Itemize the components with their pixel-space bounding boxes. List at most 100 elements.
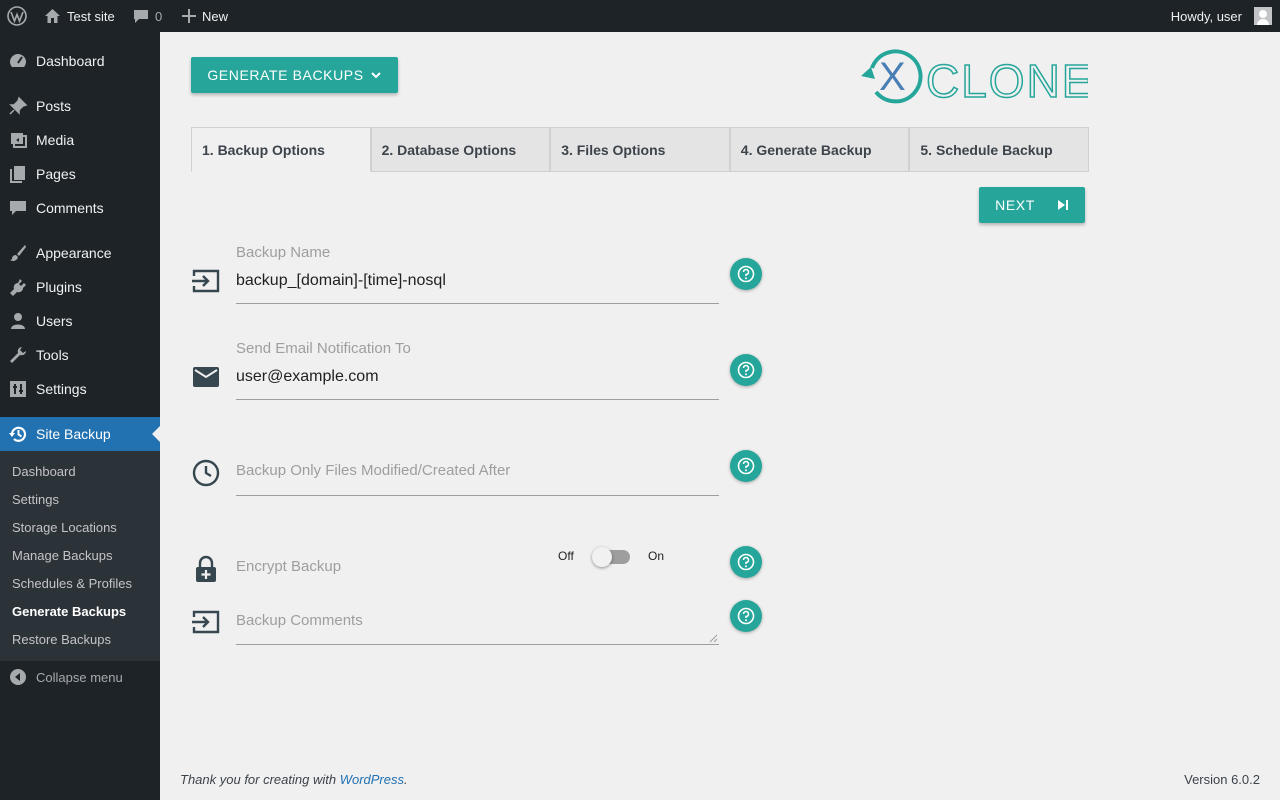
sidebar-item-media[interactable]: Media [0, 123, 160, 157]
modified-after-input[interactable]: Backup Only Files Modified/Created After [236, 462, 510, 479]
dashboard-icon [0, 51, 36, 71]
admin-bar: Test site 0 New Howdy, user [0, 0, 1280, 32]
help-button[interactable] [730, 546, 762, 578]
sidebar-item-settings[interactable]: Settings [0, 372, 160, 406]
help-button[interactable] [730, 258, 762, 290]
sidebar-item-label: Plugins [36, 279, 82, 295]
help-icon [737, 607, 755, 625]
media-icon [0, 130, 36, 150]
site-backup-submenu: Dashboard Settings Storage Locations Man… [0, 451, 160, 661]
submenu-item-settings[interactable]: Settings [12, 492, 59, 507]
submenu-item-manage-backups[interactable]: Manage Backups [12, 548, 112, 563]
settings-icon [0, 379, 36, 399]
encrypt-label: Encrypt Backup [236, 558, 342, 575]
resize-handle-icon[interactable] [709, 634, 718, 643]
brush-icon [0, 243, 36, 263]
user-icon [0, 311, 36, 331]
comments-link[interactable]: 0 [133, 0, 162, 32]
help-icon [737, 553, 755, 571]
backup-name-input[interactable]: backup_[domain]-[time]-nosql [236, 272, 446, 290]
tab-backup-options[interactable]: 1. Backup Options [191, 127, 371, 172]
admin-sidebar: Dashboard Posts Media Pages Comments App… [0, 32, 160, 800]
submenu-item-dashboard[interactable]: Dashboard [12, 464, 76, 479]
help-button[interactable] [730, 354, 762, 386]
sidebar-item-label: Dashboard [36, 53, 105, 69]
help-icon [737, 361, 755, 379]
sidebar-item-pages[interactable]: Pages [0, 157, 160, 191]
chevron-down-icon [370, 72, 381, 79]
comment-icon [0, 198, 36, 218]
sidebar-item-label: Settings [36, 381, 87, 397]
xcloner-logo: X CLONER [858, 46, 1128, 108]
pages-icon [0, 164, 36, 184]
backup-comments-placeholder: Backup Comments [236, 612, 363, 629]
input-icon [192, 610, 220, 634]
modified-after-underline [236, 495, 719, 496]
home-icon [45, 9, 60, 23]
sidebar-item-label: Appearance [36, 245, 112, 261]
plus-icon [182, 9, 196, 23]
help-button[interactable] [730, 450, 762, 482]
sidebar-item-appearance[interactable]: Appearance [0, 236, 160, 270]
sidebar-item-label: Site Backup [36, 426, 111, 442]
generate-backups-button[interactable]: GENERATE BACKUPS [191, 57, 398, 93]
encrypt-toggle-knob[interactable] [592, 547, 612, 567]
sidebar-item-label: Media [36, 132, 75, 148]
lock-icon [196, 555, 216, 582]
collapse-icon [0, 668, 36, 686]
sidebar-item-comments[interactable]: Comments [0, 191, 160, 225]
help-icon [737, 457, 755, 475]
tab-database-options[interactable]: 2. Database Options [370, 127, 551, 172]
email-underline [236, 399, 719, 400]
wordpress-link[interactable]: WordPress [340, 772, 404, 787]
tab-schedule-backup[interactable]: 5. Schedule Backup [909, 127, 1089, 172]
sidebar-item-site-backup[interactable]: Site Backup [0, 417, 160, 451]
footer-credits: Thank you for creating with WordPress. [180, 772, 408, 787]
next-label: NEXT [995, 197, 1035, 213]
backup-name-underline [236, 303, 719, 304]
account-menu[interactable]: Howdy, user [1171, 0, 1272, 32]
email-label: Send Email Notification To [236, 340, 411, 357]
wizard-tabs: 1. Backup Options 2. Database Options 3.… [191, 127, 1089, 172]
new-content-link[interactable]: New [182, 0, 228, 32]
logo-letter: X [879, 55, 906, 99]
site-name: Test site [67, 8, 115, 24]
pin-icon [0, 96, 36, 116]
submenu-item-restore-backups[interactable]: Restore Backups [12, 632, 111, 647]
tab-files-options[interactable]: 3. Files Options [550, 127, 730, 172]
tab-generate-backup[interactable]: 4. Generate Backup [729, 127, 910, 172]
sidebar-item-posts[interactable]: Posts [0, 89, 160, 123]
submenu-item-storage-locations[interactable]: Storage Locations [12, 520, 117, 535]
site-name-link[interactable]: Test site [44, 0, 115, 32]
clock-icon [192, 459, 220, 487]
version-text: Version 6.0.2 [1184, 772, 1260, 787]
sidebar-item-plugins[interactable]: Plugins [0, 270, 160, 304]
sidebar-item-label: Users [36, 313, 73, 329]
email-field[interactable]: user@example.com [236, 368, 379, 386]
help-button[interactable] [730, 600, 762, 632]
history-icon [0, 424, 36, 444]
sidebar-item-label: Tools [36, 347, 69, 363]
toggle-off-label: Off [558, 549, 574, 563]
wordpress-logo-icon[interactable] [7, 0, 27, 32]
sidebar-item-users[interactable]: Users [0, 304, 160, 338]
submenu-item-schedules-profiles[interactable]: Schedules & Profiles [12, 576, 132, 591]
skip-next-icon [1057, 200, 1068, 210]
collapse-label: Collapse menu [36, 669, 123, 685]
sidebar-item-dashboard[interactable]: Dashboard [0, 44, 160, 78]
help-icon [737, 265, 755, 283]
sidebar-item-tools[interactable]: Tools [0, 338, 160, 372]
sidebar-item-label: Posts [36, 98, 72, 114]
sidebar-item-label: Pages [36, 166, 76, 182]
comments-count: 0 [155, 8, 163, 24]
comment-icon [134, 10, 148, 23]
collapse-menu-button[interactable]: Collapse menu [0, 665, 160, 689]
toggle-on-label: On [648, 549, 665, 563]
next-button[interactable]: NEXT [979, 187, 1085, 223]
avatar [1254, 7, 1272, 25]
greeting: Howdy, user [1170, 8, 1242, 24]
email-icon [193, 367, 219, 387]
submenu-item-generate-backups[interactable]: Generate Backups [12, 604, 126, 619]
footer-thanks: Thank you for creating with [180, 772, 340, 787]
sidebar-item-label: Comments [36, 200, 104, 216]
